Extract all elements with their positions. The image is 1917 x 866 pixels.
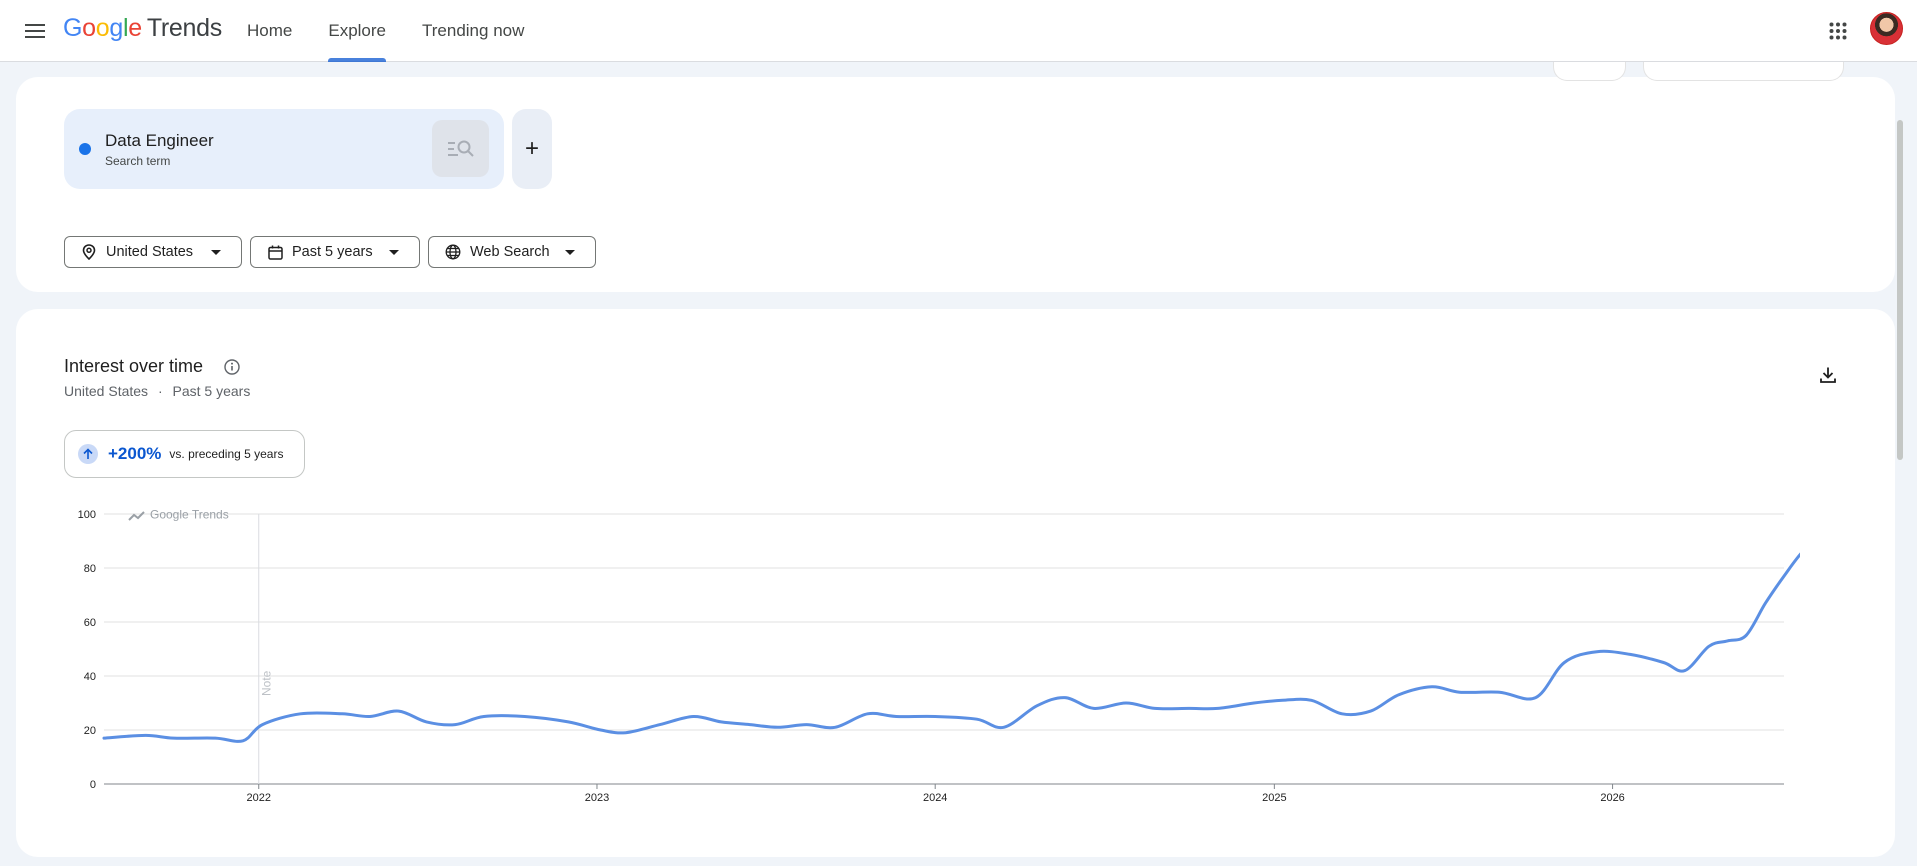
calendar-icon: [267, 244, 283, 260]
x-tick-label: 2026: [1600, 792, 1624, 804]
subtitle-location: United States: [64, 383, 149, 399]
x-tick-label: 2024: [923, 792, 947, 804]
main-nav: Home Explore Trending now: [229, 0, 542, 62]
change-value: +200%: [108, 444, 162, 463]
scrollbar-thumb[interactable]: [1897, 120, 1903, 460]
download-icon[interactable]: [1815, 362, 1841, 388]
chevron-down-icon: [389, 249, 399, 255]
x-tick-label: 2022: [247, 792, 271, 804]
y-tick-label: 100: [78, 509, 96, 521]
location-filter-label: United States: [106, 244, 194, 260]
subtitle-separator: ·: [157, 383, 163, 399]
y-tick-label: 20: [84, 725, 96, 737]
logo-google-word: Google: [63, 14, 142, 42]
trending-icon: [128, 511, 145, 521]
search-term-name: Data Engineer: [105, 131, 214, 150]
logo-trends-word: Trends: [146, 14, 222, 42]
add-comparison-button[interactable]: +: [512, 109, 552, 189]
chevron-down-icon: [565, 249, 575, 255]
search-property-filter-label: Web Search: [470, 244, 550, 260]
watermark-label: Google Trends: [150, 508, 229, 522]
change-stat-badge: +200% vs. preceding 5 years: [64, 430, 305, 478]
note-label[interactable]: Note: [260, 670, 274, 696]
search-property-filter[interactable]: Web Search: [428, 236, 596, 268]
time-range-filter-label: Past 5 years: [292, 244, 373, 260]
google-trends-logo[interactable]: Google Trends: [63, 14, 222, 48]
tab-trending-now[interactable]: Trending now: [404, 0, 542, 62]
arrow-up-icon: [78, 444, 98, 464]
section-title: Interest over time: [64, 356, 204, 376]
tab-home[interactable]: Home: [229, 0, 310, 62]
x-tick-label: 2023: [585, 792, 609, 804]
location-pin-icon: [81, 244, 97, 260]
tab-explore[interactable]: Explore: [310, 0, 404, 62]
menu-icon[interactable]: [20, 16, 50, 46]
series-color-dot: [79, 143, 91, 155]
plus-icon: +: [524, 135, 539, 162]
globe-icon: [445, 244, 461, 260]
search-term-chip[interactable]: Data Engineer Search term: [64, 109, 504, 189]
interest-line-chart[interactable]: 0 20 40 60 80 100 2022 2023 2024 2025 2026 Note Go…: [60, 500, 1800, 810]
search-term-type: Search term: [105, 154, 171, 168]
y-tick-label: 80: [84, 563, 96, 575]
hidden-toolbar-button[interactable]: [1643, 62, 1844, 81]
user-avatar[interactable]: [1870, 12, 1903, 45]
subtitle-range: Past 5 years: [172, 383, 251, 399]
chevron-down-icon: [211, 249, 221, 255]
search-list-icon[interactable]: [432, 120, 489, 177]
y-tick-label: 0: [90, 779, 96, 791]
info-icon[interactable]: [223, 358, 241, 376]
hidden-toolbar-button[interactable]: [1553, 62, 1626, 81]
time-range-filter[interactable]: Past 5 years: [250, 236, 420, 268]
x-tick-label: 2025: [1262, 792, 1286, 804]
section-subtitle: United States · Past 5 years: [64, 383, 250, 399]
top-app-bar: Google Trends Home Explore Trending now: [0, 0, 1917, 62]
location-filter[interactable]: United States: [64, 236, 242, 268]
series-line[interactable]: [102, 507, 1800, 743]
y-tick-label: 40: [84, 671, 96, 683]
y-tick-label: 60: [84, 617, 96, 629]
apps-grid-icon[interactable]: [1822, 15, 1854, 47]
change-label: vs. preceding 5 years: [169, 447, 284, 461]
